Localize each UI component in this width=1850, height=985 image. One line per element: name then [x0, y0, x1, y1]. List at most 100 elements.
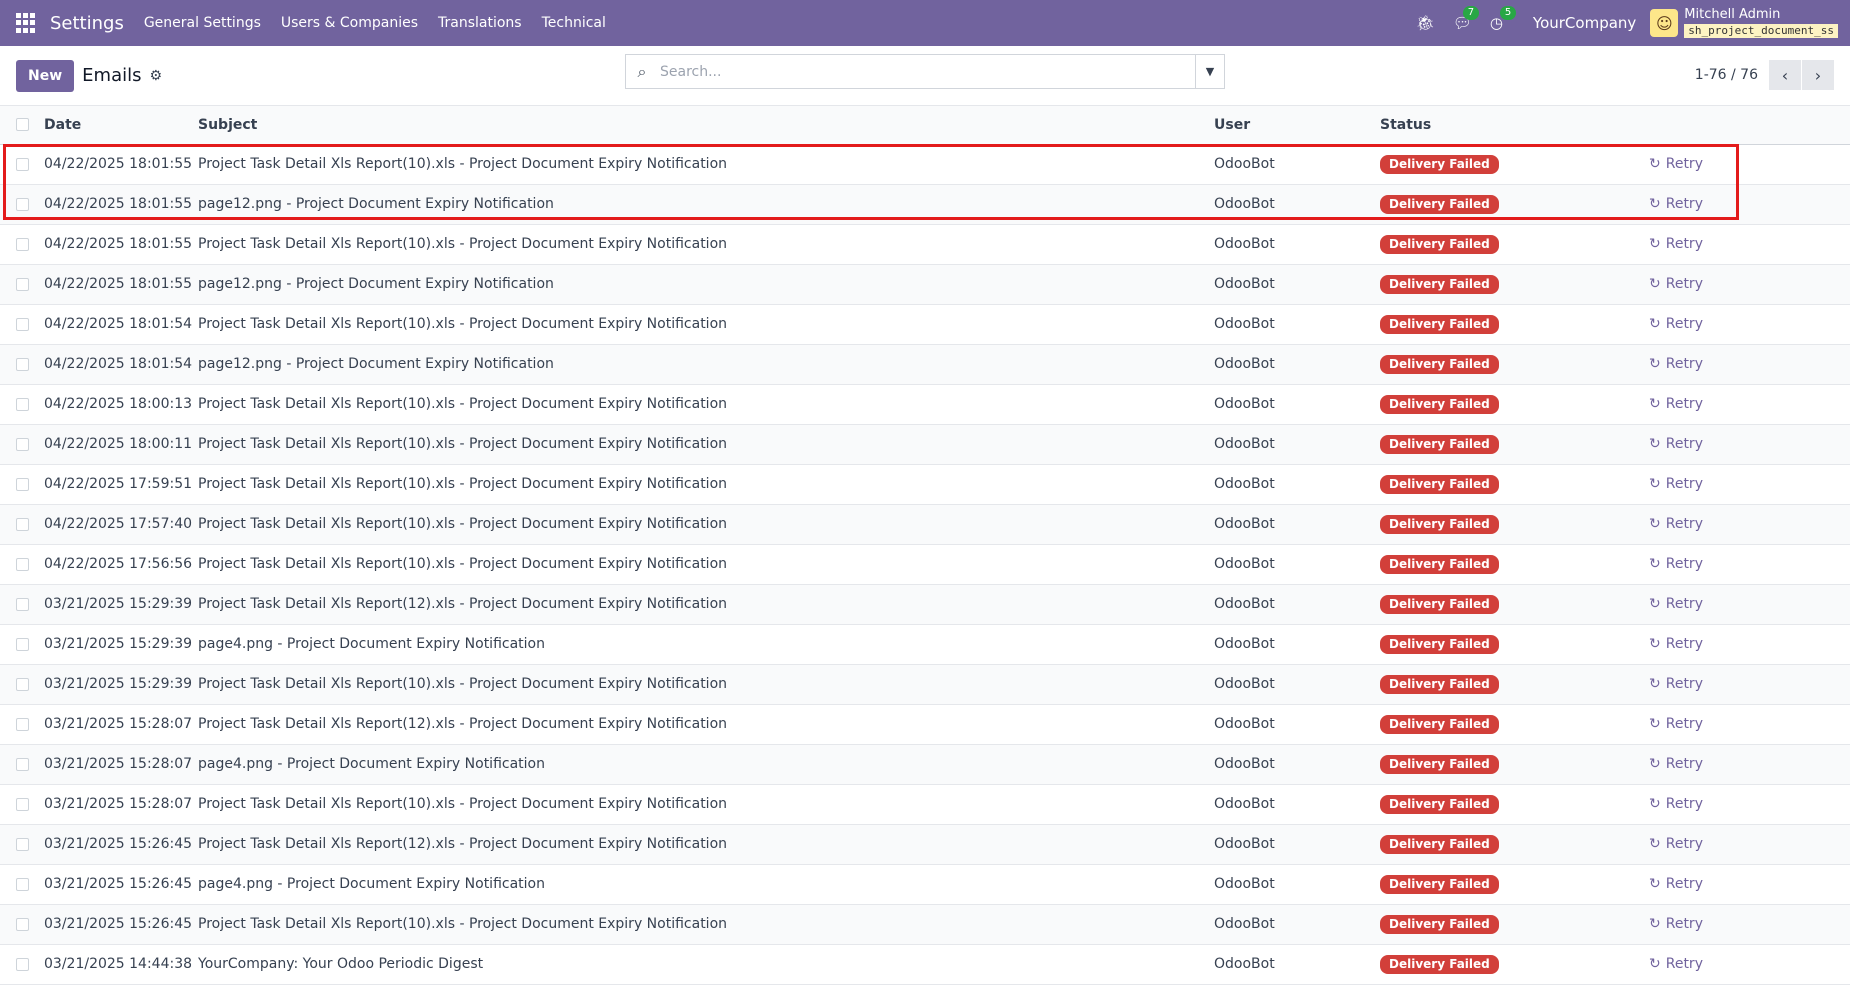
row-checkbox[interactable]	[16, 477, 29, 491]
retry-button[interactable]: ↻ Retry	[1649, 916, 1703, 932]
email-table: Date Subject User Status 04/22/2025 18:0…	[0, 106, 1850, 985]
app-title[interactable]: Settings	[50, 13, 124, 34]
row-checkbox[interactable]	[16, 557, 29, 571]
table-row[interactable]: 03/21/2025 15:28:07 Project Task Detail X…	[0, 704, 1850, 745]
row-checkbox[interactable]	[16, 797, 29, 811]
table-row[interactable]: 04/22/2025 17:59:51 Project Task Detail X…	[0, 464, 1850, 505]
pager-value[interactable]: 1-76 / 76	[1695, 67, 1758, 83]
retry-button[interactable]: ↻ Retry	[1649, 316, 1703, 332]
company-switcher[interactable]: YourCompany	[1533, 14, 1636, 32]
row-checkbox[interactable]	[16, 637, 29, 651]
column-header-user[interactable]: User	[1214, 106, 1380, 145]
row-checkbox[interactable]	[16, 677, 29, 691]
select-all-checkbox[interactable]	[16, 118, 29, 132]
retry-button[interactable]: ↻ Retry	[1649, 596, 1703, 612]
bug-icon[interactable]: 🐞︎	[1416, 14, 1435, 32]
row-checkbox[interactable]	[16, 917, 29, 931]
table-row[interactable]: 04/22/2025 18:01:55 page12.png - Project …	[0, 264, 1850, 305]
row-date: 03/21/2025 15:28:07	[44, 704, 198, 745]
table-row[interactable]: 04/22/2025 17:57:40 Project Task Detail X…	[0, 504, 1850, 545]
table-row[interactable]: 04/22/2025 18:00:11 Project Task Detail X…	[0, 424, 1850, 465]
table-row[interactable]: 03/21/2025 15:29:39 page4.png - Project D…	[0, 624, 1850, 665]
row-checkbox[interactable]	[16, 437, 29, 451]
row-checkbox[interactable]	[16, 717, 29, 731]
avatar[interactable]: ☺	[1650, 9, 1679, 37]
row-checkbox[interactable]	[16, 597, 29, 611]
column-header-date[interactable]: Date	[44, 106, 198, 145]
table-row[interactable]: 04/22/2025 18:01:55 page12.png - Project …	[0, 184, 1850, 225]
row-subject: YourCompany: Your Odoo Periodic Digest	[198, 944, 1214, 985]
table-row[interactable]: 04/22/2025 18:01:55 Project Task Detail X…	[0, 224, 1850, 265]
column-header-subject[interactable]: Subject	[198, 106, 1214, 145]
row-checkbox[interactable]	[16, 157, 29, 171]
retry-button[interactable]: ↻ Retry	[1649, 276, 1703, 292]
search-options-toggle[interactable]: ▼	[1195, 55, 1224, 88]
row-checkbox[interactable]	[16, 237, 29, 251]
navbar-systray: 🐞︎ 💬︎ 7 ◷ 5 YourCompany ☺ Mitchell Admin s…	[1398, 0, 1850, 46]
apps-grid-icon[interactable]	[16, 13, 36, 33]
column-header-status[interactable]: Status	[1380, 106, 1622, 145]
table-row[interactable]: 03/21/2025 15:28:07 page4.png - Project D…	[0, 744, 1850, 785]
table-row[interactable]: 03/21/2025 15:29:39 Project Task Detail X…	[0, 584, 1850, 625]
pager-previous-button[interactable]: ‹	[1769, 60, 1801, 90]
table-row[interactable]: 04/22/2025 18:00:13 Project Task Detail X…	[0, 384, 1850, 425]
row-checkbox[interactable]	[16, 197, 29, 211]
table-row[interactable]: 04/22/2025 18:01:54 Project Task Detail X…	[0, 304, 1850, 345]
row-date: 03/21/2025 15:26:45	[44, 904, 198, 945]
table-row[interactable]: 03/21/2025 15:26:45 Project Task Detail X…	[0, 824, 1850, 865]
retry-button[interactable]: ↻ Retry	[1649, 956, 1703, 972]
retry-button[interactable]: ↻ Retry	[1649, 836, 1703, 852]
row-date: 04/22/2025 18:01:55	[44, 264, 198, 305]
table-row[interactable]: 04/22/2025 18:01:55 Project Task Detail X…	[0, 144, 1850, 185]
row-subject: Project Task Detail Xls Report(12).xls -…	[198, 824, 1214, 865]
table-row[interactable]: 03/21/2025 15:26:45 page4.png - Project D…	[0, 864, 1850, 905]
chat-icon[interactable]: 💬︎ 7	[1453, 6, 1480, 32]
table-row[interactable]: 03/21/2025 14:44:38 YourCompany: Your Odo…	[0, 944, 1850, 985]
retry-button[interactable]: ↻ Retry	[1649, 436, 1703, 452]
retry-button[interactable]: ↻ Retry	[1649, 796, 1703, 812]
retry-button[interactable]: ↻ Retry	[1649, 196, 1703, 212]
menu-translations[interactable]: Translations	[438, 15, 522, 31]
retry-button[interactable]: ↻ Retry	[1649, 636, 1703, 652]
row-user: OdooBot	[1214, 544, 1380, 585]
refresh-icon: ↻	[1649, 796, 1661, 812]
retry-button[interactable]: ↻ Retry	[1649, 156, 1703, 172]
retry-button[interactable]: ↻ Retry	[1649, 716, 1703, 732]
table-row[interactable]: 03/21/2025 15:29:39 Project Task Detail X…	[0, 664, 1850, 705]
menu-users-companies[interactable]: Users & Companies	[281, 15, 418, 31]
row-checkbox[interactable]	[16, 397, 29, 411]
row-checkbox[interactable]	[16, 317, 29, 331]
retry-button[interactable]: ↻ Retry	[1649, 476, 1703, 492]
gear-icon[interactable]: ⚙	[149, 68, 162, 84]
retry-button[interactable]: ↻ Retry	[1649, 556, 1703, 572]
menu-technical[interactable]: Technical	[542, 15, 606, 31]
user-menu[interactable]: Mitchell Admin sh_project_document_ss	[1684, 8, 1850, 38]
refresh-icon: ↻	[1649, 396, 1661, 412]
pager-next-button[interactable]: ›	[1802, 60, 1834, 90]
retry-button[interactable]: ↻ Retry	[1649, 676, 1703, 692]
table-row[interactable]: 04/22/2025 18:01:54 page12.png - Project …	[0, 344, 1850, 385]
refresh-icon: ↻	[1649, 196, 1661, 212]
new-button[interactable]: New	[16, 59, 75, 92]
row-checkbox[interactable]	[16, 757, 29, 771]
retry-button[interactable]: ↻ Retry	[1649, 396, 1703, 412]
row-checkbox[interactable]	[16, 277, 29, 291]
search-input[interactable]	[658, 55, 1195, 88]
menu-general-settings[interactable]: General Settings	[144, 15, 261, 31]
retry-button[interactable]: ↻ Retry	[1649, 236, 1703, 252]
table-row[interactable]: 04/22/2025 17:56:56 Project Task Detail X…	[0, 544, 1850, 585]
row-checkbox[interactable]	[16, 837, 29, 851]
clock-icon[interactable]: ◷ 5	[1490, 6, 1517, 32]
retry-button[interactable]: ↻ Retry	[1649, 516, 1703, 532]
row-checkbox[interactable]	[16, 877, 29, 891]
row-user: OdooBot	[1214, 264, 1380, 305]
retry-button[interactable]: ↻ Retry	[1649, 356, 1703, 372]
refresh-icon: ↻	[1649, 476, 1661, 492]
table-row[interactable]: 03/21/2025 15:26:45 Project Task Detail X…	[0, 904, 1850, 945]
row-checkbox[interactable]	[16, 517, 29, 531]
table-row[interactable]: 03/21/2025 15:28:07 Project Task Detail X…	[0, 784, 1850, 825]
retry-button[interactable]: ↻ Retry	[1649, 756, 1703, 772]
retry-button[interactable]: ↻ Retry	[1649, 876, 1703, 892]
row-checkbox[interactable]	[16, 957, 29, 971]
row-checkbox[interactable]	[16, 357, 29, 371]
